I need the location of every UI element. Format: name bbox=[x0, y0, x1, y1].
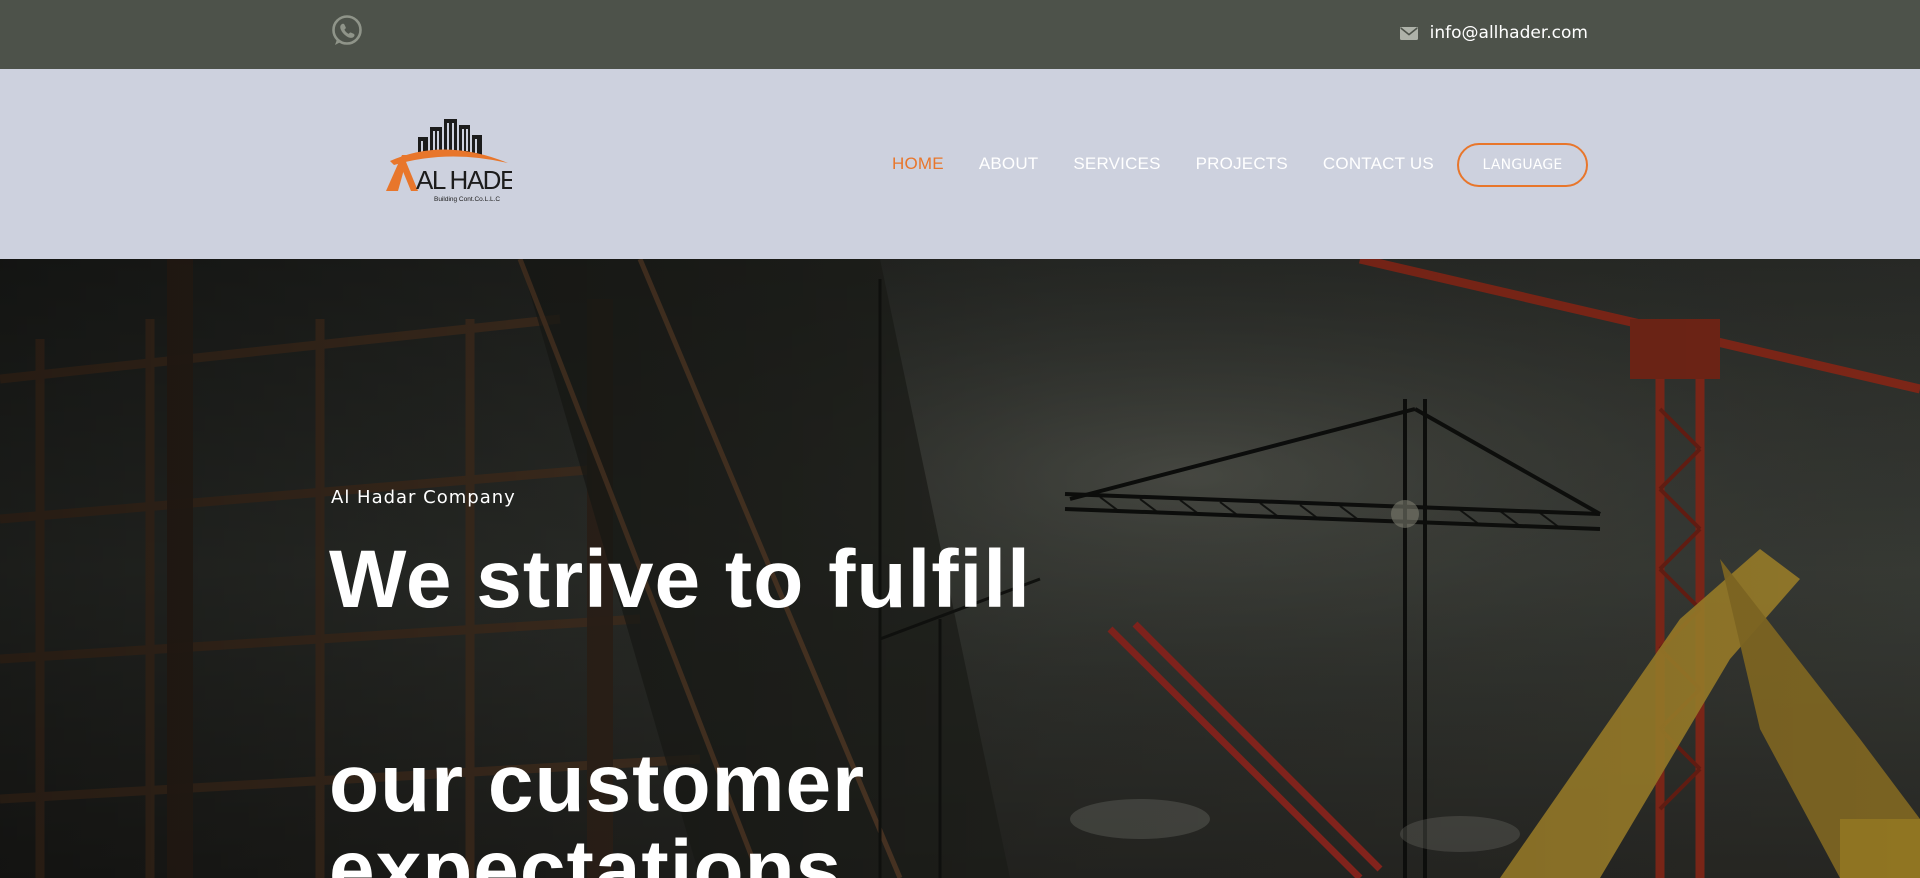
nav-projects[interactable]: PROJECTS bbox=[1196, 154, 1288, 174]
hero-title-line-1: We strive to fulfill bbox=[329, 534, 1031, 625]
nav-about[interactable]: ABOUT bbox=[979, 154, 1039, 174]
envelope-icon bbox=[1399, 26, 1418, 40]
logo-graphic: AL HADER Building Cont.Co.L.L.C bbox=[386, 119, 512, 203]
site-logo[interactable]: AL HADER Building Cont.Co.L.L.C bbox=[384, 117, 512, 205]
language-button[interactable]: LANGUAGE bbox=[1457, 143, 1588, 187]
nav-home[interactable]: HOME bbox=[892, 154, 944, 174]
hero-title-gap bbox=[329, 631, 1229, 733]
hero-title: We strive to fulfill our customer expect… bbox=[329, 529, 1229, 878]
email-contact[interactable]: info@allhader.com bbox=[1399, 21, 1588, 45]
hero-section: Al Hadar Company We strive to fulfill ou… bbox=[0, 259, 1920, 878]
logo-brand-text: AL HADER bbox=[416, 165, 512, 195]
email-link[interactable]: info@allhader.com bbox=[1430, 23, 1588, 43]
site-header: AL HADER Building Cont.Co.L.L.C HOME ABO… bbox=[0, 69, 1920, 259]
hero-title-line-3: expectations bbox=[329, 824, 843, 878]
logo-tagline: Building Cont.Co.L.L.C bbox=[434, 196, 500, 203]
nav-contact-us[interactable]: CONTACT US bbox=[1323, 154, 1434, 174]
hero-subtitle: Al Hadar Company bbox=[331, 487, 516, 508]
nav-services[interactable]: SERVICES bbox=[1073, 154, 1160, 174]
whatsapp-icon[interactable] bbox=[330, 14, 364, 48]
top-bar: info@allhader.com bbox=[0, 0, 1920, 69]
main-nav: HOME ABOUT SERVICES PROJECTS CONTACT US bbox=[892, 153, 1434, 175]
